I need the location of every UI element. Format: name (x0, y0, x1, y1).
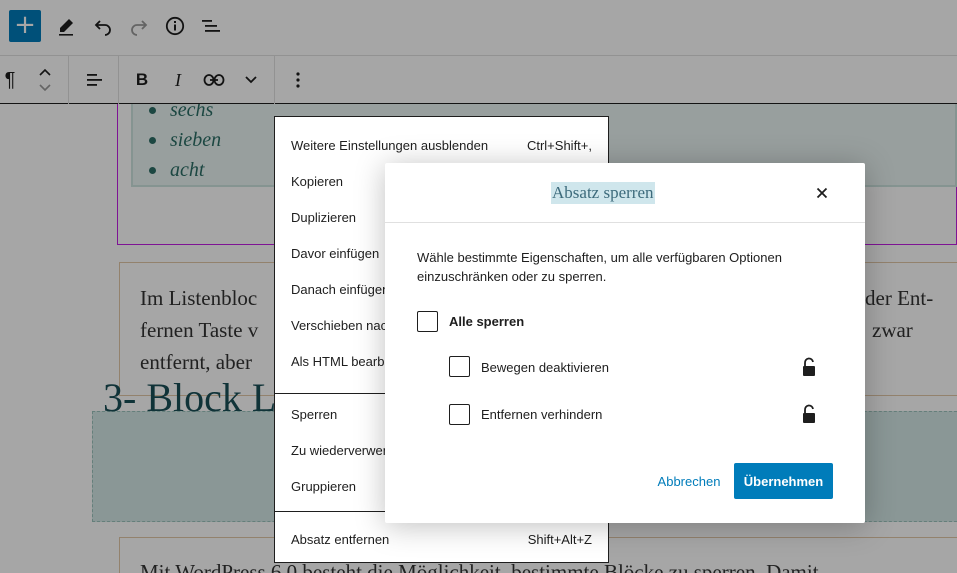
menu-item-insert-before[interactable]: Davor einfügen (291, 246, 379, 261)
close-button[interactable] (810, 181, 834, 205)
prevent-remove-label: Entfernen verhindern (481, 407, 603, 422)
lock-all-label: Alle sperren (449, 314, 525, 329)
menu-item-copy[interactable]: Kopieren (291, 174, 343, 189)
unlock-icon (803, 404, 815, 423)
disable-move-label: Bewegen deaktivieren (481, 360, 609, 375)
modal-header: Absatz sperren (385, 163, 865, 223)
modal-title: Absatz sperren (551, 182, 655, 204)
menu-shortcut: Ctrl+Shift+, (526, 138, 592, 153)
menu-item-group[interactable]: Gruppieren (291, 479, 356, 494)
prevent-remove-checkbox[interactable] (449, 404, 470, 425)
menu-item-insert-after[interactable]: Danach einfügen (291, 282, 389, 297)
menu-item-duplicate[interactable]: Duplizieren (291, 210, 356, 225)
cancel-button[interactable]: Abbrechen (657, 463, 721, 499)
menu-shortcut: Shift+Alt+Z (527, 532, 592, 547)
lock-all-checkbox[interactable] (417, 311, 438, 332)
disable-move-checkbox[interactable] (449, 356, 470, 377)
close-icon (816, 187, 828, 199)
unlock-icon (803, 357, 815, 376)
menu-item-remove-block[interactable]: Absatz entfernen (291, 532, 389, 547)
menu-item-lock[interactable]: Sperren (291, 407, 337, 422)
menu-item-hide-settings[interactable]: Weitere Einstellungen ausblenden (291, 138, 488, 153)
lock-block-modal: Absatz sperren Wähle bestimmte Eigenscha… (385, 163, 865, 523)
modal-description: Wähle bestimmte Eigenschaften, um alle v… (417, 250, 782, 284)
menu-item-move-to[interactable]: Verschieben nach (291, 318, 394, 333)
apply-button[interactable]: Übernehmen (734, 463, 833, 499)
